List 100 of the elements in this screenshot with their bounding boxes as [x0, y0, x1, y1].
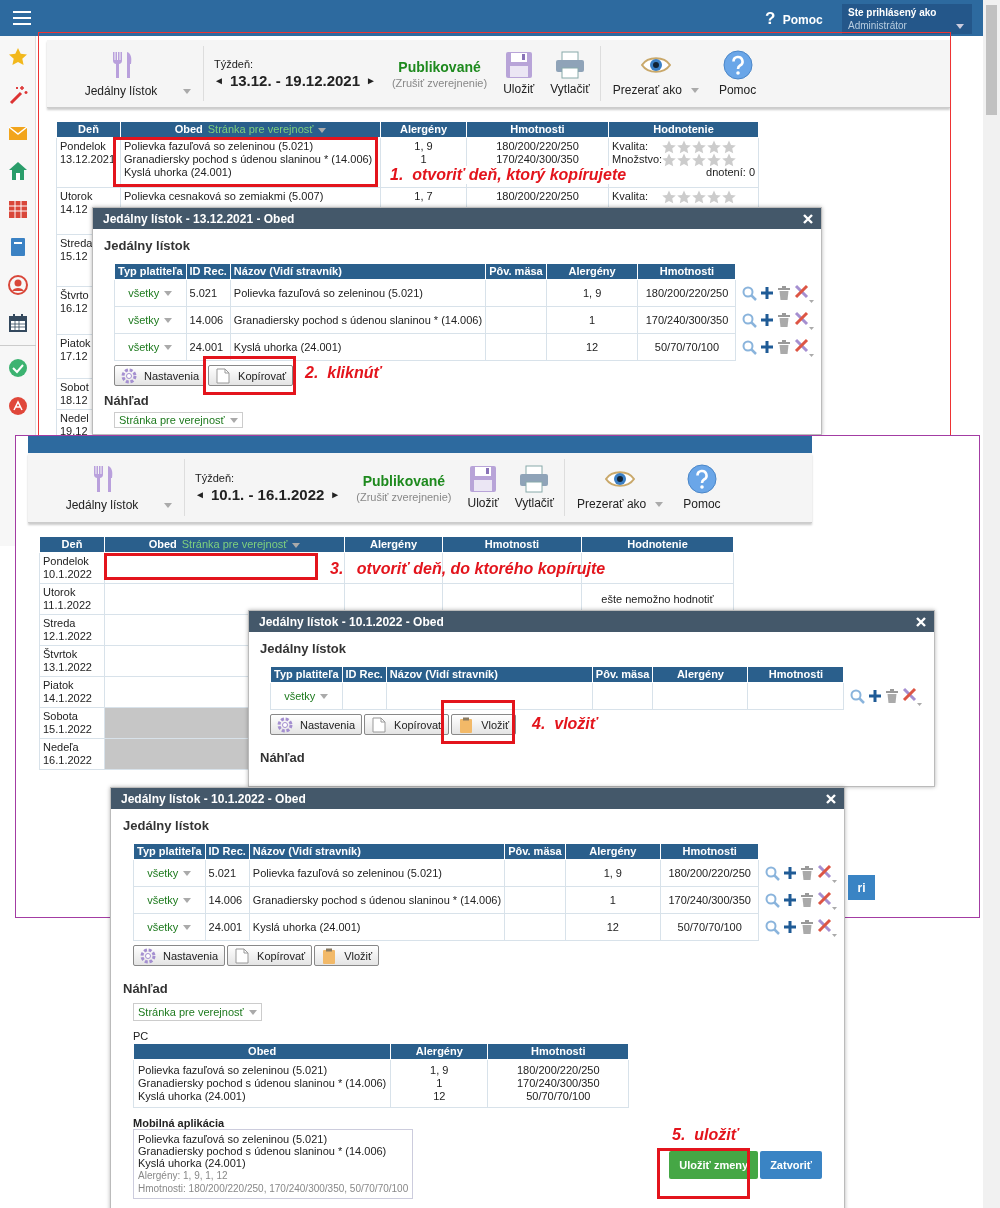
caret-icon	[164, 291, 173, 297]
tools-icon[interactable]	[902, 686, 923, 706]
payer-select[interactable]: všetky	[114, 279, 187, 307]
gear-icon	[121, 367, 137, 384]
close-button[interactable]: Zatvoriť	[760, 1151, 823, 1179]
clipboard-icon	[321, 947, 338, 964]
star-icon[interactable]	[692, 189, 706, 204]
view-select[interactable]: Stránka pre verejnosť	[114, 412, 243, 428]
star-icon[interactable]	[662, 139, 676, 154]
star-icon[interactable]	[722, 152, 736, 167]
day-cell[interactable]: Streda 12.1.2022	[39, 614, 105, 646]
close-icon[interactable]	[803, 213, 813, 224]
star-icon[interactable]	[677, 152, 691, 167]
payer-select[interactable]: všetky	[114, 333, 187, 361]
star-icon[interactable]	[722, 189, 736, 204]
star-rating[interactable]	[662, 139, 736, 154]
help-button[interactable]: Pomoc	[718, 50, 757, 97]
star-icon[interactable]	[722, 139, 736, 154]
column-header: Hodnotenie	[608, 121, 759, 138]
tools-icon[interactable]	[794, 310, 815, 330]
calendar-icon[interactable]	[7, 313, 28, 333]
star-icon[interactable]	[692, 139, 706, 154]
previous-week-button[interactable]: ◄	[195, 489, 205, 500]
help-button[interactable]: Pomoc	[683, 464, 721, 511]
star-icon[interactable]	[692, 152, 706, 167]
column-header: Hmotnosti	[466, 121, 609, 138]
copy-button[interactable]: Kopírovať	[208, 365, 294, 386]
settings-button[interactable]: Nastavenia	[270, 714, 363, 735]
star-icon[interactable]	[677, 139, 691, 154]
copy-button[interactable]: Kopírovať	[227, 945, 313, 966]
check-icon[interactable]	[7, 358, 28, 378]
close-icon[interactable]	[916, 616, 926, 627]
paste-button[interactable]: Vložiť	[314, 945, 380, 966]
star-icon[interactable]	[707, 152, 721, 167]
filter-select[interactable]: Stránka pre verejnosť	[207, 123, 327, 135]
column-header: Hmotnosti	[660, 843, 759, 860]
payer-select[interactable]: všetky	[133, 859, 206, 887]
preview-label: PC	[133, 1030, 150, 1042]
button[interactable]: ri	[848, 875, 875, 900]
payer-select[interactable]: všetky	[133, 913, 206, 941]
tools-icon[interactable]	[817, 890, 838, 910]
close-icon[interactable]	[826, 793, 836, 804]
print-button[interactable]: Vytlačiť	[514, 465, 555, 510]
save-button[interactable]: Uložiť	[467, 465, 499, 510]
next-week-button[interactable]: ►	[366, 75, 376, 86]
grid-icon[interactable]	[7, 199, 28, 219]
column-header: Alergény	[380, 121, 467, 138]
star-icon[interactable]	[707, 139, 721, 154]
paste-button[interactable]: Vložiť	[451, 714, 517, 735]
plus-icon[interactable]	[783, 866, 798, 881]
scroll-thumb[interactable]	[986, 5, 997, 115]
rating-label: Kvalita:	[612, 190, 650, 203]
filter-select[interactable]: Stránka pre verejnosť	[181, 538, 301, 550]
copy-button[interactable]: Kopírovať	[364, 714, 450, 735]
tools-icon[interactable]	[794, 283, 815, 303]
floppy-icon	[469, 465, 498, 493]
plus-icon[interactable]	[783, 920, 798, 934]
payer-select[interactable]: všetky	[114, 306, 187, 334]
view-as-button[interactable]: Prezerať ako	[577, 464, 664, 511]
status-label: Publikované	[398, 58, 481, 75]
day-cell[interactable]: Pondelok 10.1.2022	[39, 552, 105, 584]
fork-knife-icon	[110, 49, 132, 78]
next-week-button[interactable]: ►	[330, 489, 341, 500]
tools-icon[interactable]	[817, 917, 838, 937]
plus-icon[interactable]	[783, 893, 798, 907]
tools-icon[interactable]	[817, 863, 838, 883]
tools-icon[interactable]	[794, 337, 815, 357]
star-icon[interactable]	[7, 47, 28, 67]
circle-icon[interactable]	[7, 396, 28, 416]
star-icon[interactable]	[677, 189, 691, 204]
day-cell[interactable]: Piatok 14.1.2022	[39, 676, 105, 708]
payer-select[interactable]: všetky	[133, 886, 206, 914]
menu-select[interactable]: Jedálny lístok	[62, 463, 142, 512]
print-button[interactable]: Vytlačiť	[550, 51, 590, 96]
user-icon[interactable]	[7, 275, 28, 295]
star-icon[interactable]	[662, 189, 676, 204]
plus-icon[interactable]	[868, 689, 883, 704]
plus-icon[interactable]	[760, 286, 775, 301]
help-link[interactable]: ? Pomoc	[765, 9, 823, 29]
payer-select[interactable]: všetky	[270, 682, 343, 710]
magic-wand-icon[interactable]	[7, 85, 28, 105]
table-cell: Kyslá uhorka (24.001)	[249, 913, 505, 941]
plus-icon[interactable]	[760, 313, 775, 327]
home-icon[interactable]	[7, 161, 28, 181]
menu-select[interactable]: Jedálny lístok	[81, 49, 161, 98]
star-rating[interactable]	[662, 189, 736, 204]
plus-icon[interactable]	[760, 340, 775, 354]
star-rating[interactable]	[662, 152, 736, 167]
day-cell[interactable]: Utorok 11.1.2022	[39, 583, 105, 615]
settings-button[interactable]: Nastavenia	[133, 945, 226, 966]
star-icon[interactable]	[707, 189, 721, 204]
menu-icon[interactable]	[13, 10, 31, 26]
view-select[interactable]: Stránka pre verejnosť	[133, 1003, 262, 1021]
view-as-button[interactable]: Prezerať ako	[612, 50, 699, 97]
day-cell[interactable]: Štvrtok 13.1.2022	[39, 645, 105, 677]
star-icon[interactable]	[662, 152, 676, 167]
day-cell[interactable]: Pondelok 13.12.2021	[56, 137, 121, 188]
previous-week-button[interactable]: ◄	[214, 75, 224, 86]
user-select[interactable]: Ste prihlásený ako Administrátor	[842, 4, 972, 34]
save-button[interactable]: Uložiť	[503, 51, 535, 96]
